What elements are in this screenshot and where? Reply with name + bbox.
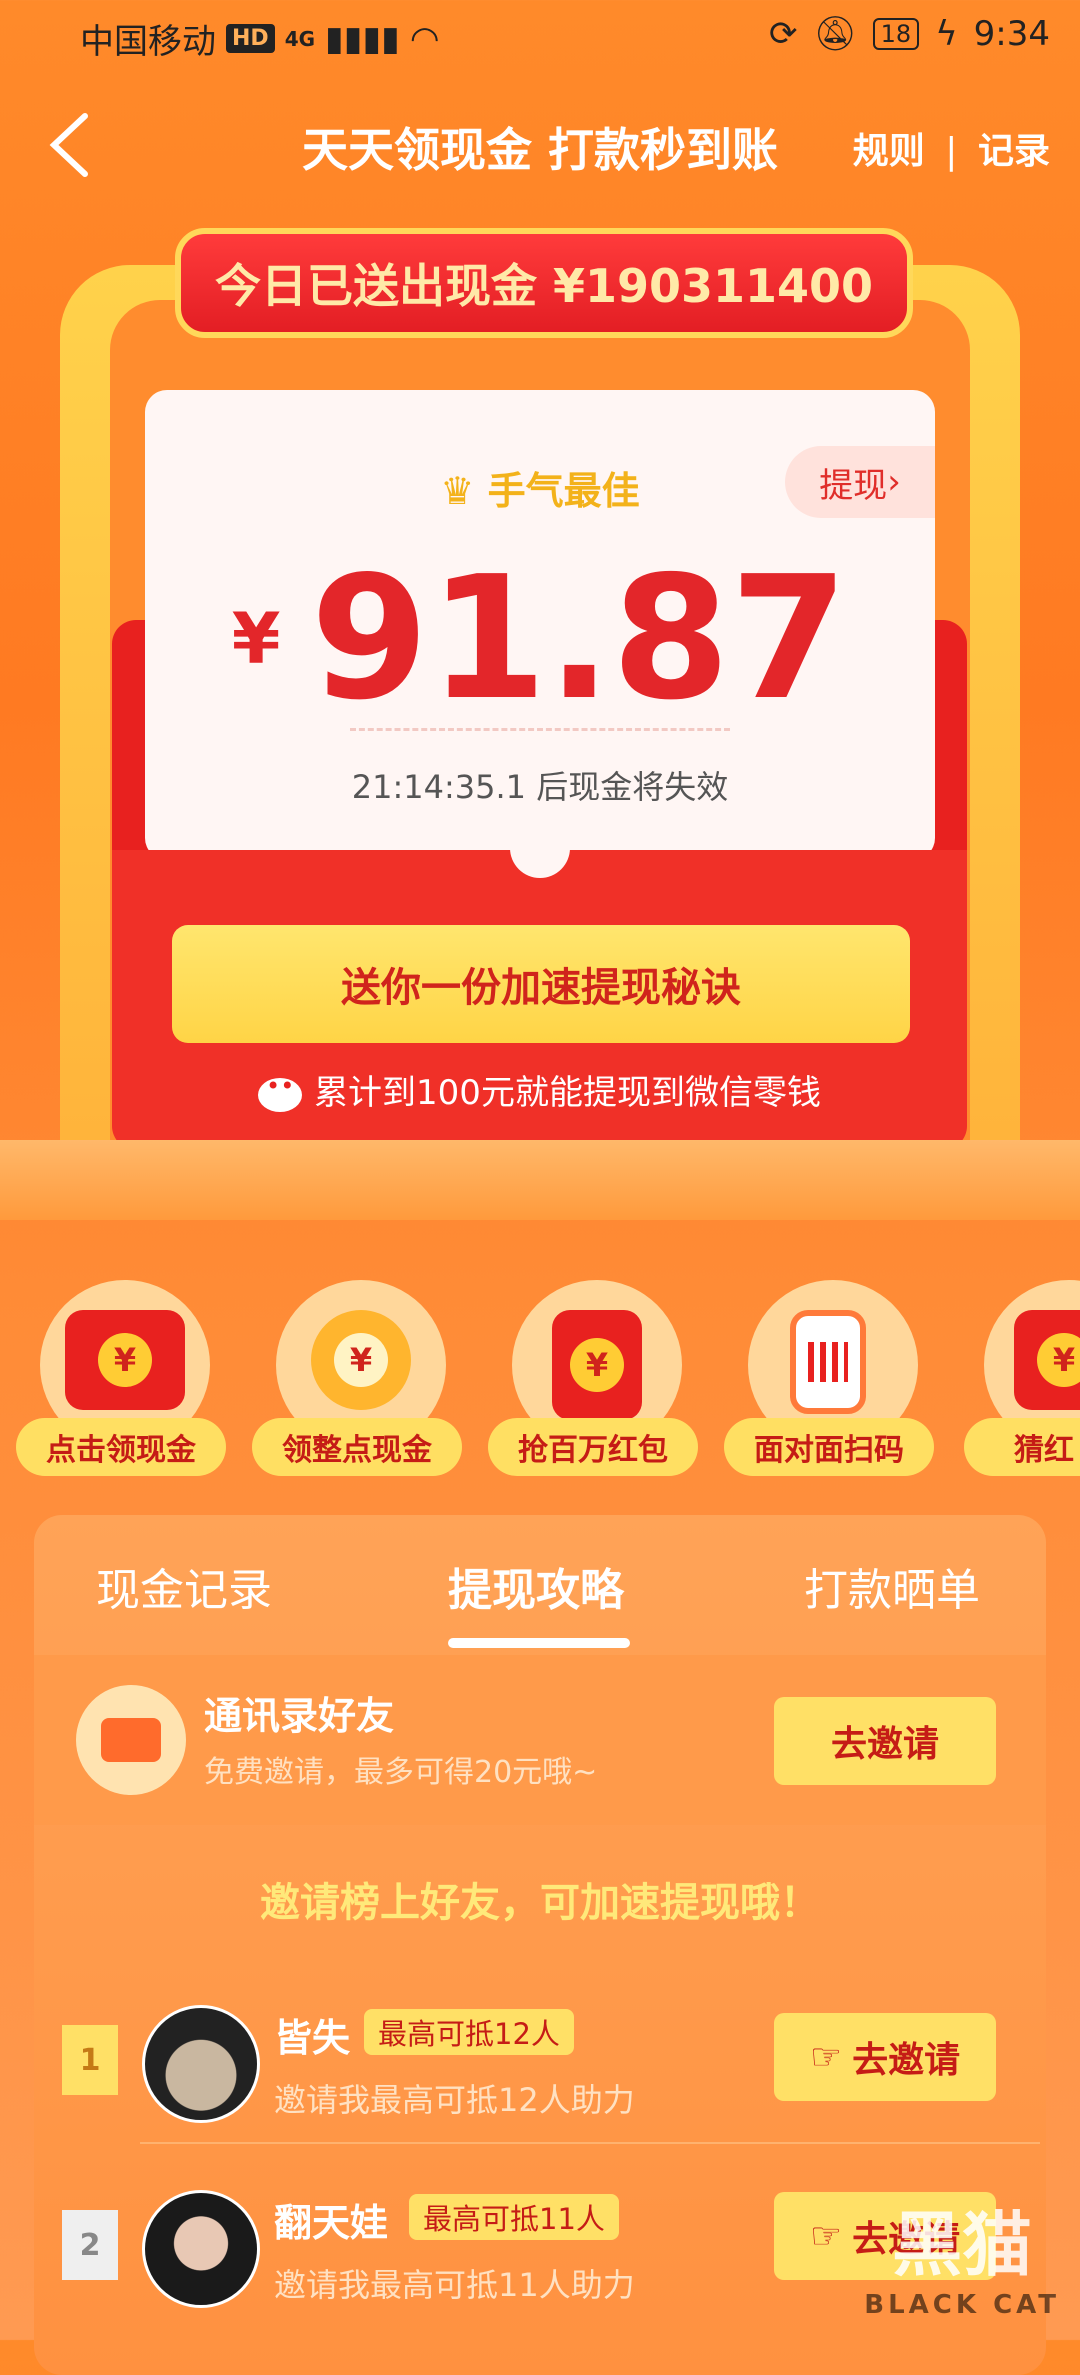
stage-base xyxy=(0,1140,1080,1220)
wechat-tip: 累计到100元就能提现到微信零钱 xyxy=(112,1065,967,1114)
quick-action-label: 猜红 xyxy=(964,1418,1080,1476)
network-label: 4G xyxy=(284,26,316,51)
header-links: 规则 | 记录 xyxy=(853,122,1050,174)
black-cat-watermark: 黑猫 BLACK CAT xyxy=(864,2189,1060,2320)
wifi-icon: ◠ xyxy=(409,18,440,59)
watermark-cn: 黑猫 xyxy=(892,2204,1033,2286)
quick-action-guess-red-packet[interactable]: ¥ 猜红 xyxy=(964,1280,1080,1480)
sync-icon: ⟳ xyxy=(768,14,798,54)
invite-contacts-button[interactable]: 去邀请 xyxy=(774,1697,996,1785)
hd-badge: HD xyxy=(226,24,275,53)
watermark-en: BLACK CAT xyxy=(864,2290,1060,2320)
pointing-hand-icon: ☞ xyxy=(809,2036,843,2078)
quick-action-hourly-cash[interactable]: ¥ 领整点现金 xyxy=(252,1280,462,1480)
leaderboard-title: 邀请榜上好友，可加速提现哦！ xyxy=(260,1880,820,1926)
friend-description: 邀请我最高可抵12人助力 xyxy=(274,2081,635,2119)
quick-action-label: 点击领现金 xyxy=(16,1418,226,1476)
active-tab-indicator xyxy=(448,1638,630,1648)
header: 天天领现金 打款秒到账 规则 | 记录 xyxy=(0,100,1080,190)
status-left: 中国移动 HD 4G ▮▮▮▮ ◠ xyxy=(80,14,440,63)
quick-action-grab-red-packet[interactable]: ¥ 抢百万红包 xyxy=(488,1280,698,1480)
friend-name: 翻天娃 xyxy=(274,2201,389,2245)
contacts-phone-icon xyxy=(76,1685,186,1795)
status-right: ⟳ 🔕︎ 18 ϟ 9:34 xyxy=(769,14,1050,54)
invite-friend-button[interactable]: ☞ 去邀请 xyxy=(774,2013,996,2101)
invite-label: 去邀请 xyxy=(852,2040,961,2081)
friend-name: 皆失 xyxy=(274,2016,351,2060)
mute-bell-icon: 🔕︎ xyxy=(813,14,857,54)
quick-action-label: 抢百万红包 xyxy=(488,1418,698,1476)
carrier: 中国移动 xyxy=(80,22,216,62)
quick-action-label: 面对面扫码 xyxy=(724,1418,934,1476)
alarm-clock-icon: ¥ xyxy=(311,1310,411,1410)
currency-symbol: ¥ xyxy=(231,598,281,680)
expire-countdown: 21:14:35.1 后现金将失效 xyxy=(351,768,729,806)
wechat-tip-text: 累计到100元就能提现到微信零钱 xyxy=(314,1073,821,1113)
cash-amount: ¥91.87 xyxy=(145,540,935,738)
amount-value: 91.87 xyxy=(310,540,849,738)
row-divider xyxy=(140,2142,1040,2144)
signal-icon: ▮▮▮▮ xyxy=(325,18,400,59)
rules-link[interactable]: 规则 xyxy=(853,131,925,172)
red-packet-icon: ¥ xyxy=(552,1310,642,1420)
red-envelope-coin-icon: ¥ xyxy=(65,1310,185,1410)
header-separator: | xyxy=(945,131,958,172)
records-link[interactable]: 记录 xyxy=(978,131,1050,172)
quick-actions: ¥ 点击领现金 ¥ 领整点现金 ¥ 抢百万红包 面对面扫码 ¥ 猜红 xyxy=(0,1280,1080,1480)
withdraw-label: 提现 xyxy=(819,465,888,506)
speed-withdraw-button[interactable]: 送你一份加速提现秘诀 xyxy=(172,925,910,1043)
contacts-invite-row: 通讯录好友 免费邀请，最多可得20元哦~ 去邀请 xyxy=(34,1655,1046,1825)
qr-code-phone-icon xyxy=(790,1310,866,1414)
red-packet-icon: ¥ xyxy=(1014,1310,1080,1410)
tab-withdraw-guide[interactable]: 提现攻略 xyxy=(448,1554,624,1618)
quick-action-label: 领整点现金 xyxy=(252,1418,462,1476)
withdraw-button[interactable]: 提现 › xyxy=(785,446,935,518)
divider xyxy=(350,728,730,731)
rank-badge: 1 xyxy=(62,2025,118,2095)
best-luck-text: 手气最佳 xyxy=(487,469,640,513)
max-offset-badge: 最高可抵11人 xyxy=(409,2194,619,2240)
tab-cash-records[interactable]: 现金记录 xyxy=(96,1554,272,1618)
wechat-icon xyxy=(258,1072,303,1112)
cash-card: ♛ 手气最佳 提现 › ¥91.87 21:14:35.1 后现金将失效 xyxy=(145,390,935,860)
total-sent-banner: 今日已送出现金 ¥190311400 xyxy=(175,228,913,338)
crown-icon: ♛ xyxy=(440,469,475,513)
tab-payment-showcase[interactable]: 打款晒单 xyxy=(804,1554,980,1618)
battery-level: 18 xyxy=(872,18,920,50)
charging-icon: ϟ xyxy=(935,14,958,54)
avatar xyxy=(142,2190,260,2308)
status-bar: 中国移动 HD 4G ▮▮▮▮ ◠ ⟳ 🔕︎ 18 ϟ 9:34 xyxy=(0,0,1080,72)
contacts-title: 通讯录好友 xyxy=(204,1694,395,1738)
chevron-right-icon: › xyxy=(887,462,901,502)
quick-action-claim-cash[interactable]: ¥ 点击领现金 xyxy=(16,1280,226,1480)
quick-action-scan-face-to-face[interactable]: 面对面扫码 xyxy=(724,1280,934,1480)
clock: 9:34 xyxy=(973,14,1050,54)
friend-description: 邀请我最高可抵11人助力 xyxy=(274,2266,635,2304)
contacts-subtitle: 免费邀请，最多可得20元哦~ xyxy=(204,1755,598,1790)
max-offset-badge: 最高可抵12人 xyxy=(364,2009,574,2055)
tab-bar: 现金记录 提现攻略 打款晒单 xyxy=(34,1540,1046,1650)
friend-row: 1 皆失 最高可抵12人 邀请我最高可抵12人助力 ☞ 去邀请 xyxy=(34,1975,1046,2155)
avatar xyxy=(142,2005,260,2123)
pointing-hand-icon: ☞ xyxy=(809,2215,843,2257)
rank-badge: 2 xyxy=(62,2210,118,2280)
